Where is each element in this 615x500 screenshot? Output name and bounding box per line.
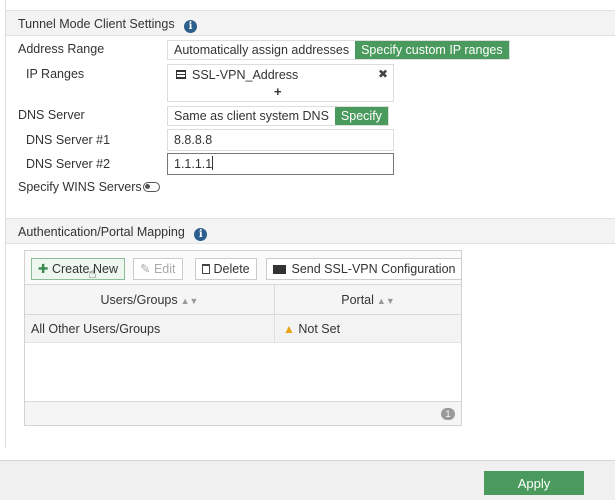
edit-label: Edit — [153, 262, 176, 276]
info-icon[interactable]: i — [184, 20, 198, 33]
custom-ranges-option[interactable]: Specify custom IP ranges — [355, 41, 509, 59]
specify-dns-option[interactable]: Specify — [334, 107, 388, 125]
dns2-label: DNS Server #2 — [26, 157, 111, 171]
remove-icon[interactable]: ✖ — [378, 67, 388, 81]
footer-bar: Apply — [0, 460, 615, 500]
apply-button[interactable]: Apply — [484, 471, 584, 495]
envelope-icon — [273, 265, 286, 274]
table-header: Users/Groups ▲▼ Portal ▲▼ — [25, 285, 461, 315]
auto-assign-option[interactable]: Automatically assign addresses — [168, 41, 355, 59]
dns2-value: 1.1.1.1 — [174, 157, 213, 171]
send-config-label: Send SSL-VPN Configuration — [291, 262, 456, 276]
auth-mapping-table: ✚ Create New ✎ Edit Delete Send SSL-VPN … — [24, 250, 463, 426]
create-new-label: Create New — [51, 262, 118, 276]
users-cell: All Other Users/Groups — [31, 315, 275, 343]
settings-panel: Tunnel Mode Client Settings i Address Ra… — [5, 0, 615, 448]
sort-icon: ▲▼ — [180, 296, 199, 306]
table-row[interactable]: All Other Users/Groups ▲ Not Set — [25, 315, 461, 343]
tunnel-mode-title: Tunnel Mode Client Settings — [18, 17, 175, 31]
info-icon[interactable]: i — [194, 228, 208, 241]
portal-column[interactable]: Portal ▲▼ — [275, 285, 461, 315]
text-caret — [212, 156, 214, 170]
users-groups-column[interactable]: Users/Groups ▲▼ — [25, 285, 275, 315]
edit-button[interactable]: ✎ Edit — [133, 258, 183, 280]
sort-icon: ▲▼ — [376, 296, 395, 306]
wins-label: Specify WINS Servers — [18, 180, 142, 194]
table-toolbar: ✚ Create New ✎ Edit Delete Send SSL-VPN … — [25, 251, 463, 285]
dns1-value: 8.8.8.8 — [174, 133, 213, 147]
ip-ranges-label: IP Ranges — [26, 67, 85, 81]
send-config-button[interactable]: Send SSL-VPN Configuration — [266, 258, 463, 280]
portal-value: Not Set — [298, 322, 341, 336]
portal-header: Portal — [341, 293, 374, 307]
dns1-input[interactable]: 8.8.8.8 — [167, 129, 394, 151]
delete-label: Delete — [213, 262, 250, 276]
warning-icon: ▲ — [283, 322, 295, 336]
address-range-selector: Automatically assign addresses Specify c… — [167, 40, 510, 60]
plus-icon: ✚ — [38, 262, 49, 276]
table-footer: 1 — [25, 401, 461, 425]
address-range-label: Address Range — [18, 42, 105, 56]
users-groups-header: Users/Groups — [100, 293, 178, 307]
dns1-label: DNS Server #1 — [26, 133, 111, 147]
add-icon[interactable]: + — [274, 84, 282, 99]
hand-cursor-icon: ☝ — [88, 265, 97, 281]
auth-mapping-header: Authentication/Portal Mapping i — [6, 218, 615, 244]
create-new-button[interactable]: ✚ Create New — [31, 258, 125, 280]
tunnel-mode-header: Tunnel Mode Client Settings i — [6, 10, 615, 36]
wins-toggle[interactable] — [143, 182, 160, 192]
row-count-badge: 1 — [441, 408, 455, 420]
address-object-icon — [176, 70, 186, 79]
dns-server-selector: Same as client system DNS Specify — [167, 106, 389, 126]
ip-range-entry[interactable]: SSL-VPN_Address — [192, 68, 298, 82]
dns2-input[interactable]: 1.1.1.1 — [167, 153, 394, 175]
ip-ranges-field[interactable]: SSL-VPN_Address ✖ + — [167, 64, 394, 102]
auth-mapping-title: Authentication/Portal Mapping — [18, 225, 185, 239]
same-as-client-dns-option[interactable]: Same as client system DNS — [168, 107, 335, 125]
trash-icon — [202, 264, 210, 274]
portal-cell: ▲ Not Set — [283, 315, 453, 343]
dns-server-label: DNS Server — [18, 108, 85, 122]
pencil-icon: ✎ — [140, 262, 151, 276]
delete-button[interactable]: Delete — [195, 258, 257, 280]
